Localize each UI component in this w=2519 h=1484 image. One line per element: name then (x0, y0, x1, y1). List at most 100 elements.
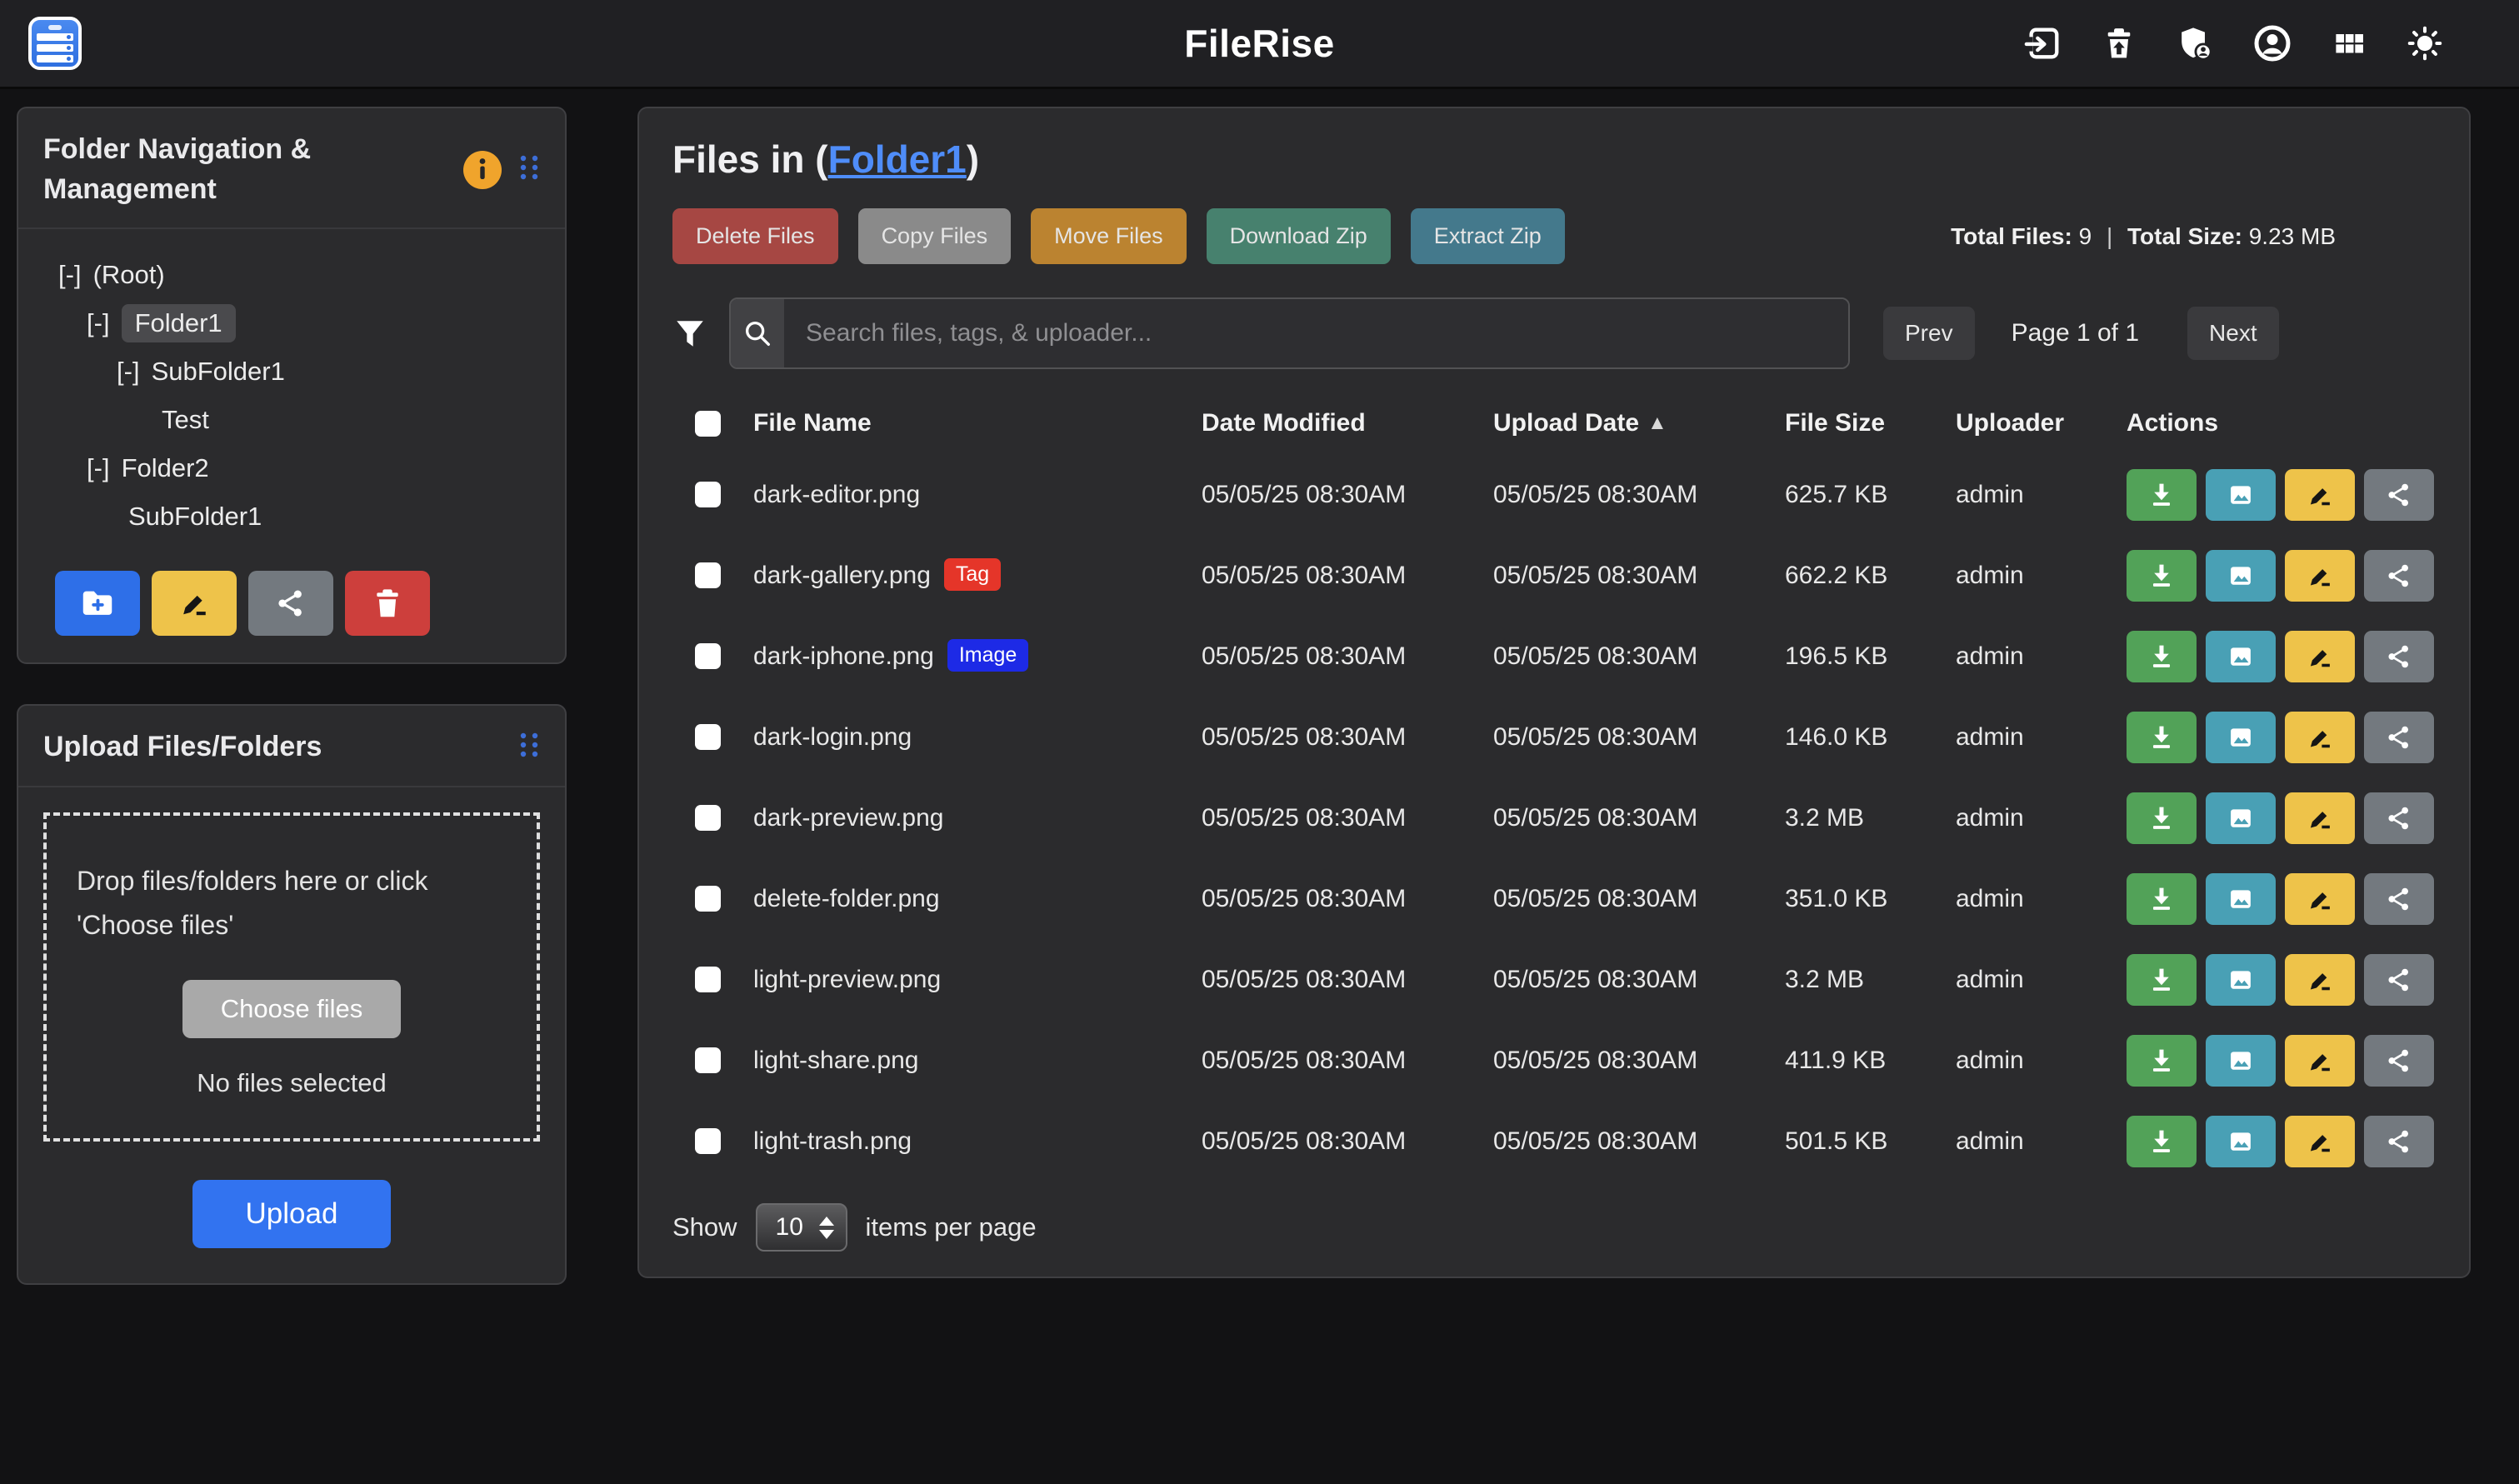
extract-zip-button[interactable]: Extract Zip (1411, 208, 1565, 264)
file-name[interactable]: light-trash.png (753, 1127, 912, 1156)
preview-button[interactable] (2206, 954, 2276, 1006)
rename-folder-button[interactable] (152, 571, 237, 636)
search-icon[interactable] (731, 299, 784, 367)
row-checkbox[interactable] (695, 886, 721, 912)
folder-tree-item[interactable]: [-] SubFolder1 (43, 347, 540, 396)
theme-toggle-button[interactable] (2406, 24, 2444, 62)
current-folder-link[interactable]: Folder1 (828, 137, 967, 181)
tree-folder-label[interactable]: (Root) (93, 260, 165, 290)
items-per-page-select[interactable]: 10 (756, 1203, 847, 1252)
file-name[interactable]: light-share.png (753, 1047, 918, 1075)
download-button[interactable] (2127, 1116, 2197, 1167)
tree-folder-label[interactable]: SubFolder1 (152, 357, 285, 387)
file-name[interactable]: dark-iphone.png (753, 642, 934, 671)
drag-handle-icon[interactable] (518, 152, 540, 187)
delete-files-button[interactable]: Delete Files (672, 208, 838, 264)
rename-button[interactable] (2285, 631, 2355, 682)
prev-page-button[interactable]: Prev (1883, 307, 1975, 360)
folder-tree-item[interactable]: SubFolder1 (43, 492, 540, 541)
file-name[interactable]: dark-login.png (753, 723, 912, 752)
tree-folder-label[interactable]: Test (162, 405, 209, 435)
next-page-button[interactable]: Next (2187, 307, 2279, 360)
rename-button[interactable] (2285, 792, 2355, 844)
preview-button[interactable] (2206, 1116, 2276, 1167)
rename-button[interactable] (2285, 873, 2355, 925)
choose-files-button[interactable]: Choose files (182, 980, 402, 1038)
column-header-file-size[interactable]: File Size (1764, 409, 1935, 437)
download-zip-button[interactable]: Download Zip (1207, 208, 1391, 264)
tree-folder-label[interactable]: SubFolder1 (128, 502, 262, 532)
file-name[interactable]: dark-editor.png (753, 481, 920, 509)
share-button[interactable] (2364, 1116, 2434, 1167)
download-button[interactable] (2127, 712, 2197, 763)
rename-button[interactable] (2285, 1116, 2355, 1167)
folder-info-button[interactable] (463, 151, 502, 189)
filter-icon[interactable] (672, 316, 707, 351)
folder-tree-item[interactable]: [-] (Root) (43, 251, 540, 299)
restore-trash-button[interactable] (2101, 24, 2137, 62)
preview-button[interactable] (2206, 550, 2276, 602)
row-checkbox[interactable] (695, 562, 721, 588)
share-button[interactable] (2364, 469, 2434, 521)
row-checkbox[interactable] (695, 643, 721, 669)
preview-button[interactable] (2206, 631, 2276, 682)
rename-button[interactable] (2285, 550, 2355, 602)
column-header-date-modified[interactable]: Date Modified (1181, 409, 1472, 437)
grid-view-button[interactable] (2331, 25, 2367, 62)
rename-button[interactable] (2285, 712, 2355, 763)
file-name[interactable]: delete-folder.png (753, 885, 940, 913)
tree-toggle[interactable]: [-] (87, 308, 110, 338)
tree-folder-label[interactable]: Folder1 (122, 304, 236, 342)
create-folder-button[interactable] (55, 571, 140, 636)
column-header-uploader[interactable]: Uploader (1935, 409, 2106, 437)
preview-button[interactable] (2206, 873, 2276, 925)
share-button[interactable] (2364, 550, 2434, 602)
rename-button[interactable] (2285, 469, 2355, 521)
tree-toggle[interactable]: [-] (117, 357, 140, 387)
user-button[interactable] (2252, 23, 2292, 63)
row-checkbox[interactable] (695, 1047, 721, 1073)
upload-dropzone[interactable]: Drop files/folders here or click 'Choose… (43, 812, 540, 1142)
row-checkbox[interactable] (695, 805, 721, 831)
download-button[interactable] (2127, 550, 2197, 602)
file-name[interactable]: dark-preview.png (753, 804, 943, 832)
copy-files-button[interactable]: Copy Files (858, 208, 1012, 264)
share-button[interactable] (2364, 631, 2434, 682)
tree-toggle[interactable]: [-] (87, 453, 110, 483)
drag-handle-icon[interactable] (518, 730, 540, 764)
preview-button[interactable] (2206, 1035, 2276, 1087)
move-files-button[interactable]: Move Files (1031, 208, 1187, 264)
download-button[interactable] (2127, 631, 2197, 682)
select-all-checkbox[interactable] (695, 411, 721, 437)
admin-button[interactable] (2176, 24, 2214, 62)
share-button[interactable] (2364, 792, 2434, 844)
folder-tree-item[interactable]: [-] Folder2 (43, 444, 540, 492)
download-button[interactable] (2127, 1035, 2197, 1087)
download-button[interactable] (2127, 469, 2197, 521)
row-checkbox[interactable] (695, 482, 721, 507)
rename-button[interactable] (2285, 1035, 2355, 1087)
search-input[interactable] (784, 299, 1848, 367)
row-checkbox[interactable] (695, 967, 721, 992)
download-button[interactable] (2127, 873, 2197, 925)
rename-button[interactable] (2285, 954, 2355, 1006)
file-name[interactable]: dark-gallery.png (753, 562, 931, 590)
download-button[interactable] (2127, 954, 2197, 1006)
file-name[interactable]: light-preview.png (753, 966, 941, 994)
share-button[interactable] (2364, 873, 2434, 925)
upload-button[interactable]: Upload (192, 1180, 392, 1248)
column-header-upload-date[interactable]: Upload Date ▲ (1472, 409, 1764, 437)
share-button[interactable] (2364, 1035, 2434, 1087)
column-header-file-name[interactable]: File Name (732, 409, 1181, 437)
delete-folder-button[interactable] (345, 571, 430, 636)
app-logo[interactable] (28, 17, 82, 70)
share-folder-button[interactable] (248, 571, 333, 636)
row-checkbox[interactable] (695, 1128, 721, 1154)
folder-tree-item[interactable]: Test (43, 396, 540, 444)
tree-folder-label[interactable]: Folder2 (122, 453, 209, 483)
preview-button[interactable] (2206, 712, 2276, 763)
tree-toggle[interactable]: [-] (58, 260, 82, 290)
share-button[interactable] (2364, 712, 2434, 763)
logout-button[interactable] (2024, 24, 2062, 62)
folder-tree-item[interactable]: [-] Folder1 (43, 299, 540, 347)
